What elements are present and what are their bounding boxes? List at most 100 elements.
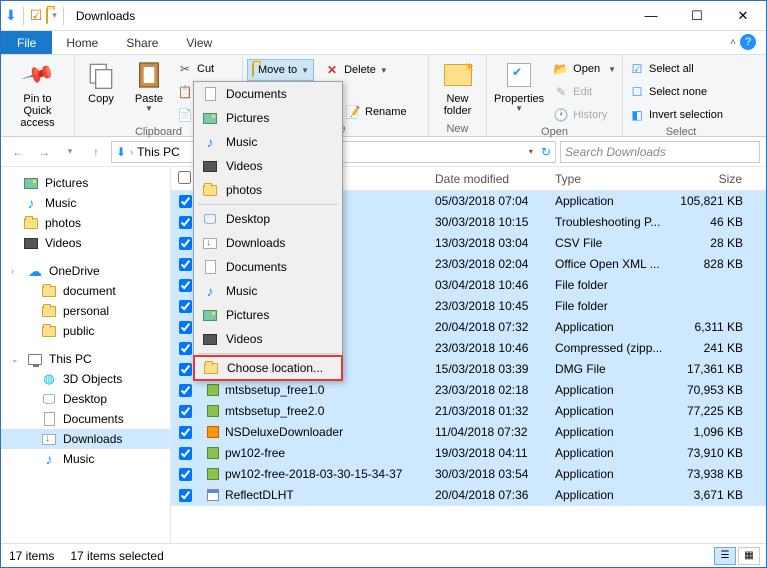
up-button[interactable]: ↑ (85, 141, 107, 163)
file-tab[interactable]: File (1, 31, 52, 54)
details-view-button[interactable]: ☰ (714, 547, 736, 565)
down-arrow-icon[interactable]: ⬇ (5, 7, 17, 24)
share-tab[interactable]: Share (112, 31, 172, 54)
new-folder-button[interactable]: New folder (433, 57, 482, 119)
file-date: 30/03/2018 10:15 (429, 215, 549, 229)
nav-pictures[interactable]: Pictures (1, 173, 170, 193)
new-folder-icon (442, 59, 474, 91)
dropdown-item[interactable]: Videos (194, 154, 342, 178)
row-checkbox[interactable] (179, 258, 192, 271)
nav-onedrive[interactable]: ›☁OneDrive (1, 261, 170, 281)
nav-document[interactable]: document (1, 281, 170, 301)
dropdown-item[interactable]: photos (194, 178, 342, 202)
file-icon (205, 487, 221, 503)
row-checkbox[interactable] (179, 384, 192, 397)
row-checkbox[interactable] (179, 426, 192, 439)
qat-newfolder-icon[interactable] (46, 9, 48, 23)
row-checkbox[interactable] (179, 468, 192, 481)
dropdown-item[interactable]: Documents (194, 255, 342, 279)
choose-location-item[interactable]: Choose location... (193, 355, 343, 381)
invert-selection-button[interactable]: ◧Invert selection (627, 105, 725, 125)
row-checkbox[interactable] (179, 489, 192, 502)
dropdown-item[interactable]: ♪Music (194, 130, 342, 154)
dropdown-item[interactable]: Videos (194, 327, 342, 351)
history-button[interactable]: 🕐History (551, 105, 618, 125)
copy-button[interactable]: Copy (79, 57, 123, 107)
row-checkbox[interactable] (179, 363, 192, 376)
dropdown-item[interactable]: Pictures (194, 106, 342, 130)
row-checkbox[interactable] (179, 195, 192, 208)
dropdown-separator (198, 353, 338, 354)
row-checkbox[interactable] (179, 237, 192, 250)
rename-button[interactable]: 📝 Rename (343, 102, 409, 122)
row-checkbox[interactable] (179, 447, 192, 460)
file-type: Application (549, 404, 669, 418)
dropdown-item[interactable]: Downloads (194, 231, 342, 255)
dropdown-item[interactable]: Pictures (194, 303, 342, 327)
refresh-button[interactable]: ↻ (541, 145, 551, 159)
close-button[interactable]: ✕ (720, 1, 766, 31)
row-checkbox[interactable] (179, 321, 192, 334)
navigation-pane[interactable]: Pictures ♪Music photos Videos ›☁OneDrive… (1, 167, 171, 547)
help-button[interactable]: ? (740, 34, 756, 50)
select-group-label: Select (627, 125, 735, 139)
icons-view-button[interactable]: ▦ (738, 547, 760, 565)
dropdown-item[interactable]: ♪Music (194, 279, 342, 303)
pin-quick-access-button[interactable]: 📌 Pin to Quick access (5, 57, 70, 131)
invert-selection-icon: ◧ (629, 107, 645, 123)
cut-button[interactable]: ✂Cut (175, 59, 222, 79)
nav-public[interactable]: public (1, 321, 170, 341)
table-row[interactable]: ReflectDLHT20/04/2018 07:36Application3,… (171, 485, 766, 506)
nav-3d-objects[interactable]: ◍3D Objects (1, 369, 170, 389)
row-checkbox[interactable] (179, 216, 192, 229)
select-none-button[interactable]: ☐Select none (627, 82, 725, 102)
file-name: NSDeluxeDownloader (225, 425, 343, 439)
select-all-icon: ☑ (629, 61, 645, 77)
nav-desktop[interactable]: 🖵Desktop (1, 389, 170, 409)
edit-button[interactable]: ✎Edit (551, 82, 618, 102)
maximize-button[interactable]: ☐ (674, 1, 720, 31)
nav-videos[interactable]: Videos (1, 233, 170, 253)
collapse-ribbon-button[interactable]: ˄ (730, 37, 736, 48)
table-row[interactable]: pw102-free-2018-03-30-15-34-3730/03/2018… (171, 464, 766, 485)
minimize-button[interactable]: — (628, 1, 674, 31)
qat-properties-icon[interactable]: ☑ (30, 7, 43, 24)
table-row[interactable]: mtsbsetup_free2.021/03/2018 01:32Applica… (171, 401, 766, 422)
nav-photos[interactable]: photos (1, 213, 170, 233)
move-to-button[interactable]: Move to ▼ (247, 59, 314, 81)
paste-button[interactable]: Paste ▼ (127, 57, 171, 116)
address-dropdown-icon[interactable]: ▾ (529, 147, 533, 156)
paste-icon (133, 59, 165, 91)
file-type: Application (549, 488, 669, 502)
table-row[interactable]: pw102-free19/03/2018 04:11Application73,… (171, 443, 766, 464)
nav-music2[interactable]: ♪Music (1, 449, 170, 469)
nav-music[interactable]: ♪Music (1, 193, 170, 213)
nav-documents[interactable]: Documents (1, 409, 170, 429)
open-button[interactable]: 📂Open▼ (551, 59, 618, 79)
delete-button[interactable]: ✕ Delete ▼ (322, 60, 390, 80)
dropdown-item[interactable]: Documents (194, 82, 342, 106)
nav-personal[interactable]: personal (1, 301, 170, 321)
header-type[interactable]: Type (549, 172, 669, 186)
table-row[interactable]: mtsbsetup_free1.023/03/2018 02:18Applica… (171, 380, 766, 401)
row-checkbox[interactable] (179, 405, 192, 418)
file-name: mtsbsetup_free1.0 (225, 383, 324, 397)
properties-button[interactable]: Properties ▼ (491, 57, 547, 116)
view-tab[interactable]: View (172, 31, 226, 54)
select-all-button[interactable]: ☑Select all (627, 59, 725, 79)
dropdown-item[interactable]: 🖵Desktop (194, 207, 342, 231)
row-checkbox[interactable] (179, 342, 192, 355)
row-checkbox[interactable] (179, 279, 192, 292)
title-bar: ⬇ ☑ ▾ Downloads — ☐ ✕ (1, 1, 766, 31)
row-checkbox[interactable] (179, 300, 192, 313)
nav-this-pc[interactable]: ⌄This PC (1, 349, 170, 369)
qat-dropdown-icon[interactable]: ▾ (52, 10, 57, 21)
search-input[interactable]: Search Downloads (560, 141, 760, 163)
nav-downloads[interactable]: Downloads (1, 429, 170, 449)
header-size[interactable]: Size (669, 172, 749, 186)
file-size: 241 KB (669, 341, 749, 355)
breadcrumb-this-pc[interactable]: This PC (137, 145, 180, 159)
table-row[interactable]: NSDeluxeDownloader11/04/2018 07:32Applic… (171, 422, 766, 443)
home-tab[interactable]: Home (52, 31, 112, 54)
header-date[interactable]: Date modified (429, 172, 549, 186)
